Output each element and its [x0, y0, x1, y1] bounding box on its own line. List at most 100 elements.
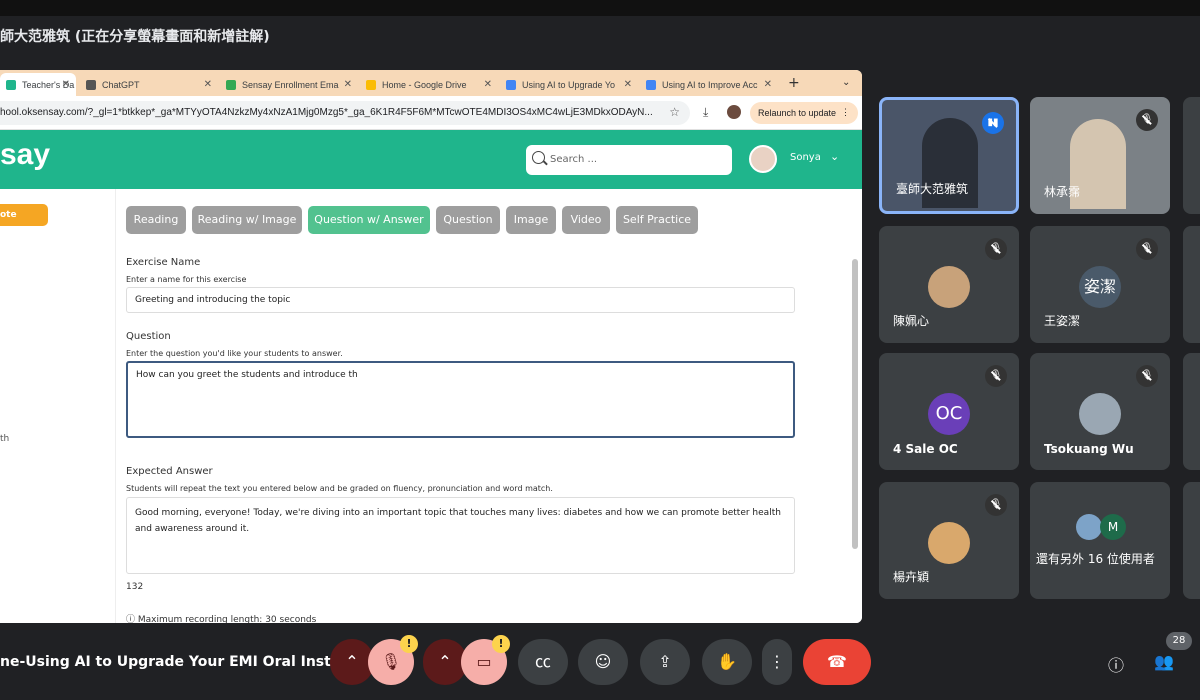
scrollbar[interactable] [852, 259, 858, 549]
tab-label: Using AI to Improve Acc [662, 79, 758, 90]
more-participants-tile[interactable]: M 還有另外 16 位使用者 [1030, 482, 1170, 599]
search-input[interactable]: Search ... [526, 145, 732, 175]
participant-tile-partial[interactable] [1183, 226, 1200, 343]
participant-name: 林承霈 [1044, 185, 1081, 199]
tab-teachers-dashboard[interactable]: Teacher's Da ✕ [0, 73, 76, 96]
tab-label: Home - Google Drive [382, 79, 467, 90]
warning-icon: ! [400, 635, 418, 653]
search-placeholder: Search ... [550, 154, 598, 165]
mic-off-icon: 🎙 [985, 238, 1007, 260]
relaunch-button[interactable]: Relaunch to update ⋮ [750, 102, 858, 124]
close-icon[interactable]: ✕ [62, 79, 70, 90]
relaunch-label: Relaunch to update [758, 108, 837, 118]
type-video-button[interactable]: Video [562, 206, 610, 234]
avatar: OC [928, 393, 970, 435]
mic-off-icon: 🎙 [985, 365, 1007, 387]
user-name[interactable]: Sonya [790, 152, 821, 163]
chatgpt-icon [86, 79, 96, 90]
close-icon[interactable]: ✕ [624, 79, 632, 90]
tab-chatgpt[interactable]: ChatGPT ✕ [80, 73, 218, 96]
close-icon[interactable]: ✕ [484, 79, 492, 90]
exercise-editor: ote th Reading Reading w/ Image Question… [0, 189, 862, 623]
participant-tile-partial[interactable] [1183, 97, 1200, 214]
close-icon[interactable]: ✕ [764, 79, 772, 90]
download-icon[interactable]: ⤓ [703, 105, 708, 120]
captions-button[interactable]: ㏄ [518, 639, 568, 685]
tab-label: Using AI to Upgrade Yo [522, 79, 616, 90]
profile-avatar[interactable] [727, 105, 741, 119]
chevron-down-icon[interactable]: ⌄ [830, 150, 839, 163]
warning-icon: ! [492, 635, 510, 653]
participant-tile-partial[interactable] [1183, 482, 1200, 599]
expected-answer-textarea[interactable]: Good morning, everyone! Today, we're div… [126, 497, 795, 574]
type-self-practice-button[interactable]: Self Practice [616, 206, 698, 234]
more-options-button[interactable]: ⋮ [762, 639, 792, 685]
browser-tabbar: Teacher's Da ✕ ChatGPT ✕ Sensay Enrollme… [0, 70, 862, 96]
url-field[interactable]: hool.oksensay.com/?_gl=1*btkkep*_ga*MTYy… [0, 101, 690, 125]
url-text: hool.oksensay.com/?_gl=1*btkkep*_ga*MTYy… [0, 107, 653, 118]
question-hint: Enter the question you'd like your stude… [126, 349, 343, 358]
avatar [1079, 393, 1121, 435]
participant-tile[interactable]: 🎙 Tsokuang Wu [1030, 353, 1170, 470]
shared-screen: Teacher's Da ✕ ChatGPT ✕ Sensay Enrollme… [0, 70, 862, 623]
drive-icon [366, 79, 376, 90]
star-icon[interactable]: ☆ [669, 105, 680, 119]
app-header: say Search ... Sonya ⌄ [0, 130, 862, 189]
present-screen-button[interactable]: ⇪ [640, 639, 690, 685]
participant-tile-partial[interactable] [1183, 353, 1200, 470]
type-reading-image-button[interactable]: Reading w/ Image [192, 206, 302, 234]
expected-answer-label: Expected Answer [126, 466, 213, 477]
mic-off-icon: 🎙 [985, 494, 1007, 516]
mic-off-icon: 🎙 [1136, 365, 1158, 387]
participant-name: 還有另外 16 位使用者 [1036, 552, 1155, 566]
tab-search-chevron-icon[interactable]: ⌄ [842, 77, 850, 88]
participant-name: 臺師大范雅筑 [896, 182, 969, 196]
participant-name: 4 Sale OC [893, 442, 958, 456]
docs-icon [646, 79, 656, 90]
participant-tile[interactable]: 姿潔 🎙 王姿潔 [1030, 226, 1170, 343]
tab-favicon [6, 79, 16, 90]
emoji-button[interactable]: ☺ [578, 639, 628, 685]
top-strip [0, 0, 1200, 16]
avatar [1076, 514, 1102, 540]
tab-google-drive[interactable]: Home - Google Drive ✕ [360, 73, 498, 96]
type-image-button[interactable]: Image [506, 206, 556, 234]
tab-using-ai-improve[interactable]: Using AI to Improve Acc ✕ [640, 73, 778, 96]
exercise-name-input[interactable]: Greeting and introducing the topic [126, 287, 795, 313]
leave-call-button[interactable]: ☎ [803, 639, 871, 685]
participant-tile[interactable]: 🎙 林承霈 [1030, 97, 1170, 214]
more-vert-icon[interactable]: ⋮ [841, 107, 850, 118]
participant-name: Tsokuang Wu [1044, 442, 1134, 456]
new-tab-button[interactable]: + [788, 75, 800, 91]
question-textarea[interactable]: How can you greet the students and intro… [126, 361, 795, 438]
user-avatar[interactable] [749, 145, 777, 173]
people-icon[interactable]: 👥 [1154, 652, 1174, 671]
participant-name: 陳姵心 [893, 314, 930, 328]
avatar [928, 266, 970, 308]
participant-tile[interactable]: 🎙 楊卉穎 [879, 482, 1019, 599]
tab-using-ai-upgrade[interactable]: Using AI to Upgrade Yo ✕ [500, 73, 638, 96]
tab-sensay-enrollment[interactable]: Sensay Enrollment Ema ✕ [220, 73, 358, 96]
sheets-icon [226, 79, 236, 90]
sidebar-button[interactable]: ote [0, 204, 48, 226]
participant-tile[interactable]: 🎙 陳姵心 [879, 226, 1019, 343]
presenter-caption: 師大范雅筑 (正在分享螢幕畫面和新增註解) [0, 29, 270, 45]
left-sidebar: ote th [0, 189, 116, 623]
meet-control-bar: ne-Using AI to Upgrade Your EMI Oral Ins… [0, 623, 1200, 700]
type-reading-button[interactable]: Reading [126, 206, 186, 234]
participant-tile[interactable]: OC 🎙 4 Sale OC [879, 353, 1019, 470]
max-recording-text: Maximum recording length: 30 seconds [137, 615, 317, 623]
close-icon[interactable]: ✕ [204, 79, 212, 90]
info-icon: ⓘ [126, 615, 136, 623]
type-question-answer-button[interactable]: Question w/ Answer [308, 206, 430, 234]
participant-count-badge: 28 [1166, 632, 1192, 650]
raise-hand-button[interactable]: ✋ [702, 639, 752, 685]
tab-label: Sensay Enrollment Ema [242, 79, 339, 90]
participant-name: 王姿潔 [1044, 314, 1081, 328]
expected-answer-hint: Students will repeat the text you entere… [126, 484, 553, 493]
participant-name: 楊卉穎 [893, 570, 930, 584]
participant-tile[interactable]: ▮▮ 臺師大范雅筑 [879, 97, 1019, 214]
close-icon[interactable]: ✕ [344, 79, 352, 90]
type-question-button[interactable]: Question [436, 206, 500, 234]
info-icon[interactable]: ⓘ [1108, 652, 1124, 676]
